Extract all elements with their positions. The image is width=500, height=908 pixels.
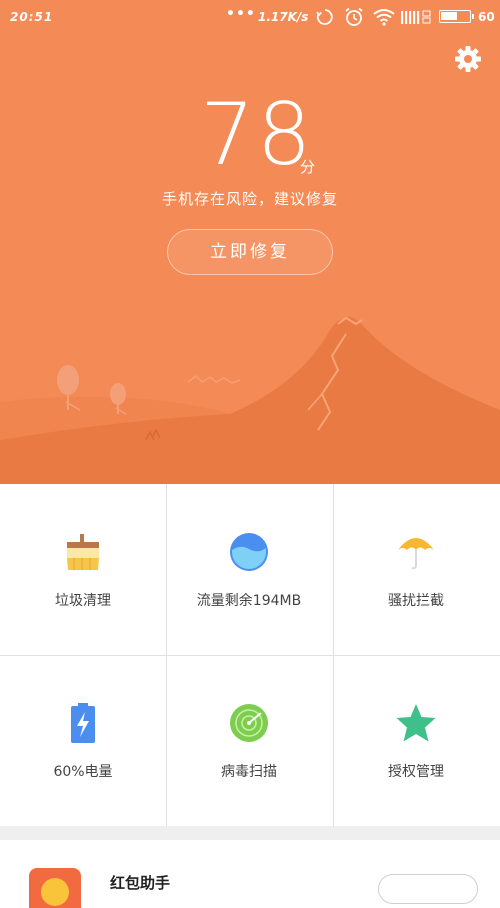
tools-grid: 垃圾清理 流量剩余194MB 骚扰拦截 60%电量 病毒扫描 授权管理 bbox=[0, 484, 500, 826]
tool-harassment-block[interactable]: 骚扰拦截 bbox=[333, 484, 499, 655]
tool-label: 骚扰拦截 bbox=[388, 593, 444, 609]
section-separator bbox=[0, 826, 500, 840]
signal-icon bbox=[401, 10, 431, 24]
promo-action-button[interactable] bbox=[378, 874, 478, 904]
score-unit: 分 bbox=[300, 158, 316, 176]
tool-data-remaining[interactable]: 流量剩余194MB bbox=[166, 484, 332, 655]
tool-label: 60%电量 bbox=[53, 764, 113, 780]
alarm-icon bbox=[345, 7, 363, 26]
status-time: 20:51 bbox=[10, 10, 54, 24]
tool-label: 病毒扫描 bbox=[221, 764, 277, 780]
broom-icon bbox=[67, 534, 99, 570]
tool-label: 授权管理 bbox=[388, 764, 444, 780]
risk-message: 手机存在风险，建议修复 bbox=[161, 190, 338, 208]
tool-battery[interactable]: 60%电量 bbox=[0, 655, 166, 826]
red-envelope-assistant-row[interactable]: 红包助手 bbox=[0, 840, 500, 908]
status-bar: 20:51 ••• 1.17K/s 60 bbox=[0, 0, 500, 34]
tool-label: 流量剩余194MB bbox=[196, 593, 302, 609]
sync-icon bbox=[316, 9, 333, 25]
mountain-illustration bbox=[0, 316, 500, 484]
battery-percent: 60 bbox=[478, 10, 495, 24]
network-speed: 1.17K/s bbox=[258, 10, 309, 24]
red-envelope-coin bbox=[41, 878, 69, 906]
battery-fill bbox=[441, 12, 457, 20]
score-area: 78 分 bbox=[0, 92, 500, 182]
water-gauge-icon bbox=[230, 533, 268, 571]
tool-virus-scan[interactable]: 病毒扫描 bbox=[166, 655, 332, 826]
hero-panel: 20:51 ••• 1.17K/s 60 78 分 手机存在风险，建议修复 立即… bbox=[0, 0, 500, 484]
wifi-icon bbox=[373, 9, 395, 26]
promo-title: 红包助手 bbox=[110, 874, 171, 892]
battery-icon bbox=[439, 10, 471, 23]
tool-label: 垃圾清理 bbox=[55, 593, 111, 609]
battery-bolt-icon bbox=[71, 703, 95, 743]
security-score: 78 bbox=[200, 85, 314, 185]
gear-icon[interactable] bbox=[454, 45, 482, 73]
red-envelope-icon bbox=[29, 868, 81, 908]
battery-tip bbox=[472, 14, 474, 19]
fix-now-button[interactable]: 立即修复 bbox=[167, 229, 333, 275]
tool-junk-cleanup[interactable]: 垃圾清理 bbox=[0, 484, 166, 655]
tool-permission-manager[interactable]: 授权管理 bbox=[333, 655, 499, 826]
radar-icon bbox=[230, 704, 268, 742]
umbrella-icon bbox=[398, 538, 434, 570]
star-icon bbox=[396, 704, 436, 742]
notification-dots: ••• bbox=[226, 6, 256, 22]
